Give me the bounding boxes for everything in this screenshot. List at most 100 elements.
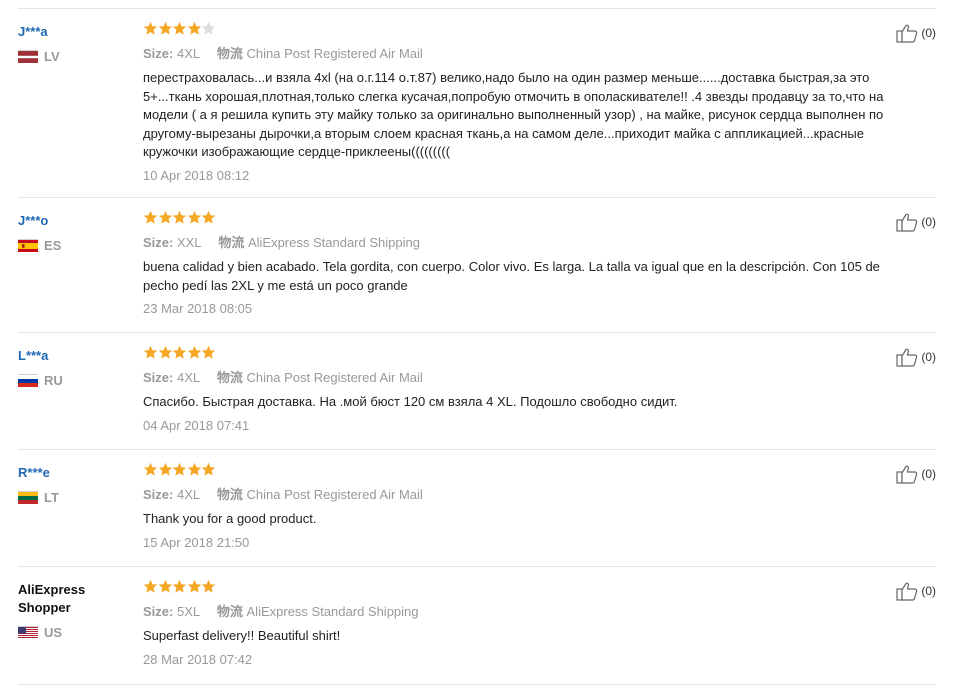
order-info: Size: 4XL 物流 China Post Registered Air M… bbox=[143, 45, 903, 63]
star-filled-icon bbox=[201, 579, 216, 593]
review-date: 15 Apr 2018 21:50 bbox=[143, 534, 250, 550]
star-filled-icon bbox=[143, 462, 158, 476]
size-label: Size: bbox=[143, 370, 174, 385]
review-item: J***o ES Size: XXL 物流 AliExpress Standar… bbox=[18, 197, 936, 332]
review-item: J***a LV Size: 4XL 物流 China Post Registe… bbox=[18, 8, 936, 200]
review-text: перестраховалась...и взяла 4xl (на о.г.1… bbox=[143, 70, 884, 159]
helpful-count: (0) bbox=[921, 215, 936, 229]
order-info: Size: XXL 物流 AliExpress Standard Shippin… bbox=[143, 234, 903, 252]
divider bbox=[18, 684, 936, 685]
order-info: Size: 4XL 物流 China Post Registered Air M… bbox=[143, 486, 903, 504]
star-filled-icon bbox=[172, 345, 187, 359]
star-filled-icon bbox=[158, 579, 172, 593]
review-content: Size: 5XL 物流 AliExpress Standard Shippin… bbox=[143, 567, 903, 667]
reviewer-info: L***a RU bbox=[18, 333, 128, 388]
helpful-button[interactable]: (0) bbox=[896, 347, 936, 367]
logistics-label: 物流 bbox=[216, 370, 243, 385]
size-label: Size: bbox=[143, 46, 174, 61]
shipping-method: AliExpress Standard Shipping bbox=[246, 604, 419, 619]
star-filled-icon bbox=[143, 345, 158, 359]
helpful-count: (0) bbox=[921, 26, 936, 40]
review-date: 23 Mar 2018 08:05 bbox=[143, 301, 253, 316]
logistics-label: 物流 bbox=[216, 46, 243, 61]
review-text: Спасибо. Быстрая доставка. На .мой бюст … bbox=[143, 394, 678, 409]
spain-flag-icon bbox=[18, 239, 38, 252]
reviewer-name[interactable]: L***a bbox=[18, 347, 128, 365]
reviewer-country: LV bbox=[18, 48, 128, 64]
star-filled-icon bbox=[172, 210, 187, 224]
reviewer-country: ES bbox=[18, 237, 128, 253]
thumbs-up-icon bbox=[896, 347, 918, 367]
star-filled-icon bbox=[143, 579, 158, 593]
star-empty-icon bbox=[201, 21, 216, 35]
order-info: Size: 4XL 物流 China Post Registered Air M… bbox=[143, 369, 903, 387]
star-filled-icon bbox=[201, 462, 216, 476]
reviewer-name[interactable]: J***a bbox=[18, 23, 128, 41]
star-filled-icon bbox=[158, 210, 172, 224]
review-list: J***a LV Size: 4XL 物流 China Post Registe… bbox=[0, 0, 965, 696]
usa-flag-icon bbox=[18, 626, 38, 639]
size-label: Size: bbox=[143, 235, 174, 250]
review-text: Thank you for a good product. bbox=[143, 511, 317, 526]
shipping-method: AliExpress Standard Shipping bbox=[247, 235, 420, 250]
helpful-count: (0) bbox=[921, 467, 936, 481]
review-date: 04 Apr 2018 07:41 bbox=[143, 417, 250, 433]
country-code: ES bbox=[44, 237, 62, 253]
thumbs-up-icon bbox=[896, 23, 918, 43]
reviewer-info: AliExpress Shopper US bbox=[18, 567, 128, 640]
star-filled-icon bbox=[187, 210, 201, 224]
latvia-flag-icon bbox=[18, 50, 38, 63]
reviewer-name: AliExpress Shopper bbox=[18, 582, 86, 615]
reviewer-country: LT bbox=[18, 489, 128, 505]
star-filled-icon bbox=[143, 210, 158, 224]
star-filled-icon bbox=[172, 462, 187, 476]
star-filled-icon bbox=[158, 345, 172, 359]
logistics-label: 物流 bbox=[218, 235, 245, 250]
russia-flag-icon bbox=[18, 374, 38, 387]
star-filled-icon bbox=[201, 345, 216, 359]
helpful-button[interactable]: (0) bbox=[896, 464, 936, 484]
size-value: 4XL bbox=[176, 487, 200, 502]
helpful-button[interactable]: (0) bbox=[896, 581, 936, 601]
review-item: AliExpress Shopper US Size: 5XL 物流 AliEx… bbox=[18, 566, 936, 684]
review-content: Size: 4XL 物流 China Post Registered Air M… bbox=[143, 9, 903, 183]
reviewer-name[interactable]: R***e bbox=[18, 464, 128, 482]
star-rating bbox=[143, 579, 903, 597]
reviewer-name[interactable]: J***o bbox=[18, 212, 128, 230]
thumbs-up-icon bbox=[896, 212, 918, 232]
country-code: LT bbox=[44, 489, 59, 505]
star-rating bbox=[143, 21, 903, 39]
shipping-method: China Post Registered Air Mail bbox=[246, 46, 423, 61]
country-code: RU bbox=[44, 372, 63, 388]
reviewer-info: J***o ES bbox=[18, 198, 128, 253]
star-filled-icon bbox=[187, 345, 201, 359]
size-label: Size: bbox=[143, 487, 174, 502]
review-item: R***e LT Size: 4XL 物流 China Post Registe… bbox=[18, 449, 936, 566]
star-rating bbox=[143, 210, 903, 228]
size-label: Size: bbox=[143, 604, 174, 619]
thumbs-up-icon bbox=[896, 581, 918, 601]
star-filled-icon bbox=[172, 579, 187, 593]
size-value: 5XL bbox=[176, 604, 200, 619]
country-code: LV bbox=[44, 48, 60, 64]
review-text: Superfast delivery!! Beautiful shirt! bbox=[143, 628, 341, 643]
order-info: Size: 5XL 物流 AliExpress Standard Shippin… bbox=[143, 603, 903, 621]
shipping-method: China Post Registered Air Mail bbox=[246, 487, 423, 502]
helpful-button[interactable]: (0) bbox=[896, 23, 936, 43]
review-content: Size: 4XL 物流 China Post Registered Air M… bbox=[143, 450, 903, 550]
reviewer-country: RU bbox=[18, 372, 128, 388]
star-filled-icon bbox=[172, 21, 187, 35]
star-filled-icon bbox=[187, 462, 201, 476]
star-rating bbox=[143, 345, 903, 363]
review-text: buena calidad y bien acabado. Tela gordi… bbox=[143, 259, 880, 293]
star-filled-icon bbox=[201, 210, 216, 224]
star-filled-icon bbox=[187, 21, 201, 35]
review-date: 28 Mar 2018 07:42 bbox=[143, 651, 253, 667]
logistics-label: 物流 bbox=[216, 487, 243, 502]
country-code: US bbox=[44, 624, 63, 640]
size-value: 4XL bbox=[176, 46, 200, 61]
review-date: 10 Apr 2018 08:12 bbox=[143, 167, 250, 183]
helpful-count: (0) bbox=[921, 350, 936, 364]
helpful-button[interactable]: (0) bbox=[896, 212, 936, 232]
review-content: Size: 4XL 物流 China Post Registered Air M… bbox=[143, 333, 903, 433]
